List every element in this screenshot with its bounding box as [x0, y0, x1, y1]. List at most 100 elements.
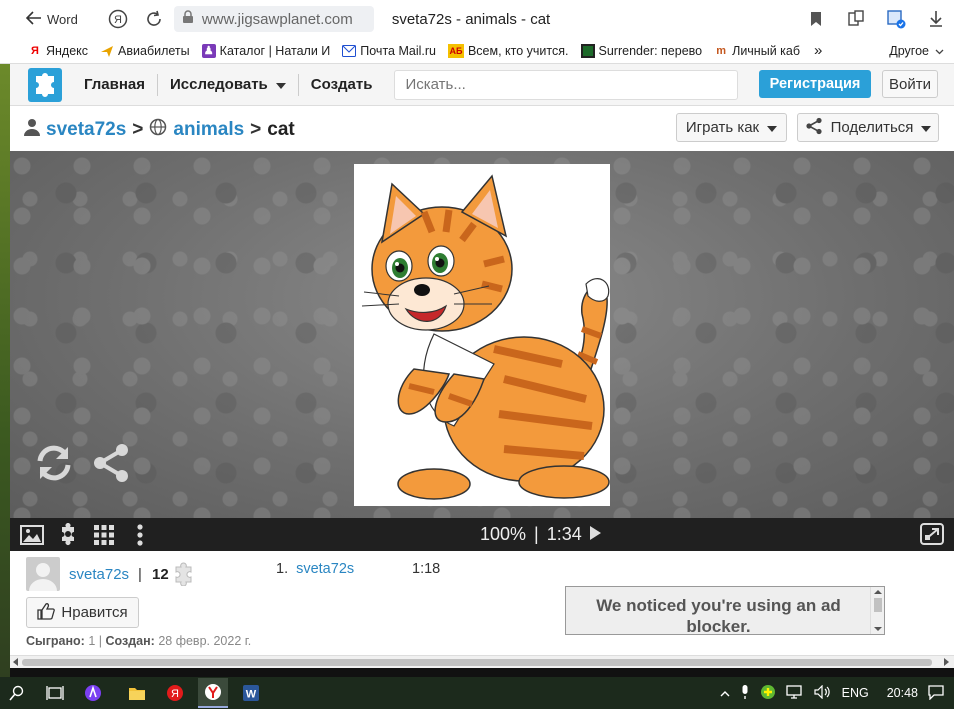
search-input[interactable]: [394, 69, 739, 100]
bookmark-catalog[interactable]: ♟ Каталог | Натали И: [201, 43, 331, 58]
network-icon[interactable]: [785, 684, 804, 702]
nav-explore-label: Исследовать: [170, 76, 268, 93]
horizontal-scrollbar[interactable]: [10, 655, 954, 668]
meta-separator: |: [98, 634, 103, 648]
reload-icon[interactable]: [144, 9, 164, 29]
bookmark-ab[interactable]: АБ Всем, кто учится.: [447, 43, 569, 58]
leaderboard-name[interactable]: sveta72s: [296, 561, 354, 577]
word-icon[interactable]: W: [236, 678, 266, 708]
desktop-wallpaper-strip: [0, 64, 10, 677]
download-icon[interactable]: [926, 9, 946, 29]
nav-home[interactable]: Главная: [72, 73, 159, 96]
adblock-scrollbar[interactable]: [870, 587, 884, 634]
url-text: www.jigsawplanet.com: [201, 10, 353, 28]
readout-divider: |: [534, 524, 539, 544]
microphone-icon[interactable]: [740, 684, 750, 703]
clock[interactable]: 20:48: [887, 686, 918, 700]
timer: 1:34: [546, 524, 582, 544]
svg-text:Я: Я: [114, 14, 122, 26]
caret-down-icon: [767, 119, 778, 136]
reshuffle-icon[interactable]: [32, 441, 76, 485]
share-puzzle-icon[interactable]: [92, 443, 130, 483]
more-bookmarks-button[interactable]: »: [814, 42, 822, 59]
chevron-down-icon: [935, 44, 944, 58]
yandex-active-icon[interactable]: [198, 678, 228, 708]
alice-icon[interactable]: [78, 678, 108, 708]
collections-icon[interactable]: [846, 9, 866, 29]
play-icon[interactable]: [589, 524, 601, 545]
zoom-level: 100%: [480, 524, 527, 544]
adblock-notice-text: We noticed you're using an ad blocker.: [596, 596, 841, 635]
share-dropdown[interactable]: Поделиться: [797, 113, 939, 142]
nav-create[interactable]: Создать: [299, 74, 385, 96]
svg-text:Я: Я: [171, 688, 179, 700]
edge-pieces-icon[interactable]: [86, 518, 122, 551]
login-button[interactable]: Войти: [882, 70, 938, 98]
bookmark-cabinet[interactable]: m Личный каб: [714, 44, 800, 58]
puzzle-meta: Сыграно: 1 | Создан: 28 февр. 2022 г.: [26, 634, 251, 648]
catalog-icon: ♟: [201, 43, 216, 58]
scroll-left-icon[interactable]: [12, 658, 20, 666]
language-indicator[interactable]: ENG: [842, 686, 869, 700]
avatar[interactable]: [26, 557, 60, 591]
puzzle-image[interactable]: [354, 164, 610, 506]
file-explorer-icon[interactable]: [122, 678, 152, 708]
more-options-icon[interactable]: [122, 518, 158, 551]
back-button[interactable]: Word: [25, 10, 78, 28]
cat-illustration: [361, 174, 610, 500]
antivirus-icon[interactable]: [760, 684, 776, 703]
site-logo-icon[interactable]: [28, 67, 62, 102]
globe-icon: [149, 118, 167, 142]
back-arrow-icon: [25, 10, 42, 28]
back-label: Word: [47, 11, 78, 27]
puzzle-piece-icon: [172, 562, 196, 591]
svg-text:W: W: [246, 689, 257, 701]
thumbs-up-icon: [37, 602, 56, 624]
bookmark-label: Яндекс: [46, 43, 89, 58]
site-nav: Главная Исследовать Создать Регистрация …: [10, 64, 954, 106]
share-icon: [805, 117, 823, 139]
yandex-icon: Я: [31, 44, 39, 57]
task-view-icon[interactable]: [40, 678, 70, 708]
chevron-up-icon[interactable]: [720, 686, 730, 700]
scroll-right-icon[interactable]: [942, 658, 950, 666]
yandex-browser-icon[interactable]: Я: [160, 678, 190, 708]
other-bookmarks-button[interactable]: Другое: [889, 38, 944, 64]
yandex-button-icon[interactable]: Я: [108, 9, 128, 29]
other-bookmarks-label: Другое: [889, 44, 929, 58]
breadcrumb-user-link[interactable]: sveta72s: [46, 119, 126, 141]
nav-explore[interactable]: Исследовать: [158, 73, 299, 96]
breadcrumb-category-link[interactable]: animals: [173, 119, 244, 141]
surrender-icon: [580, 43, 595, 58]
profile-icon[interactable]: [886, 9, 906, 29]
bookmark-avia[interactable]: Авиабилеты: [100, 44, 190, 58]
register-button[interactable]: Регистрация: [759, 70, 871, 98]
bookmark-label: Каталог | Натали И: [219, 43, 331, 58]
created-label: Создан:: [105, 634, 155, 648]
like-button[interactable]: Нравится: [26, 597, 139, 628]
notifications-icon[interactable]: [928, 684, 944, 703]
bookmark-yandex[interactable]: Я Яндекс: [28, 44, 88, 58]
address-bar[interactable]: www.jigsawplanet.com: [173, 6, 374, 32]
bookmark-label: Личный каб: [732, 43, 801, 58]
play-as-dropdown[interactable]: Играть как: [676, 113, 787, 142]
played-value: 1: [88, 634, 96, 648]
search-icon[interactable]: [2, 678, 32, 708]
fullscreen-icon[interactable]: [920, 523, 944, 550]
bookmark-mail[interactable]: Почта Mail.ru: [342, 44, 436, 58]
ghost-piece-icon[interactable]: [50, 518, 86, 551]
bookmark-icon[interactable]: [806, 9, 826, 29]
puzzle-stage[interactable]: [10, 151, 954, 518]
page-title: sveta72s - animals - cat: [391, 10, 551, 28]
image-preview-icon[interactable]: [14, 518, 50, 551]
leaderboard-rank: 1.: [276, 561, 289, 577]
taskbar: Я W ENG 20:48: [0, 677, 954, 709]
bookmark-surrender[interactable]: Surrender: перево: [580, 43, 702, 58]
scrollbar-thumb[interactable]: [22, 659, 932, 666]
adblock-notice: We noticed you're using an ad blocker.: [565, 586, 885, 635]
browser-actions: [806, 0, 954, 38]
bookmark-label: Авиабилеты: [118, 43, 190, 58]
volume-icon[interactable]: [814, 684, 832, 702]
leaderboard-entry: 1. sveta72s: [276, 561, 354, 577]
author-link[interactable]: sveta72s: [69, 566, 129, 583]
